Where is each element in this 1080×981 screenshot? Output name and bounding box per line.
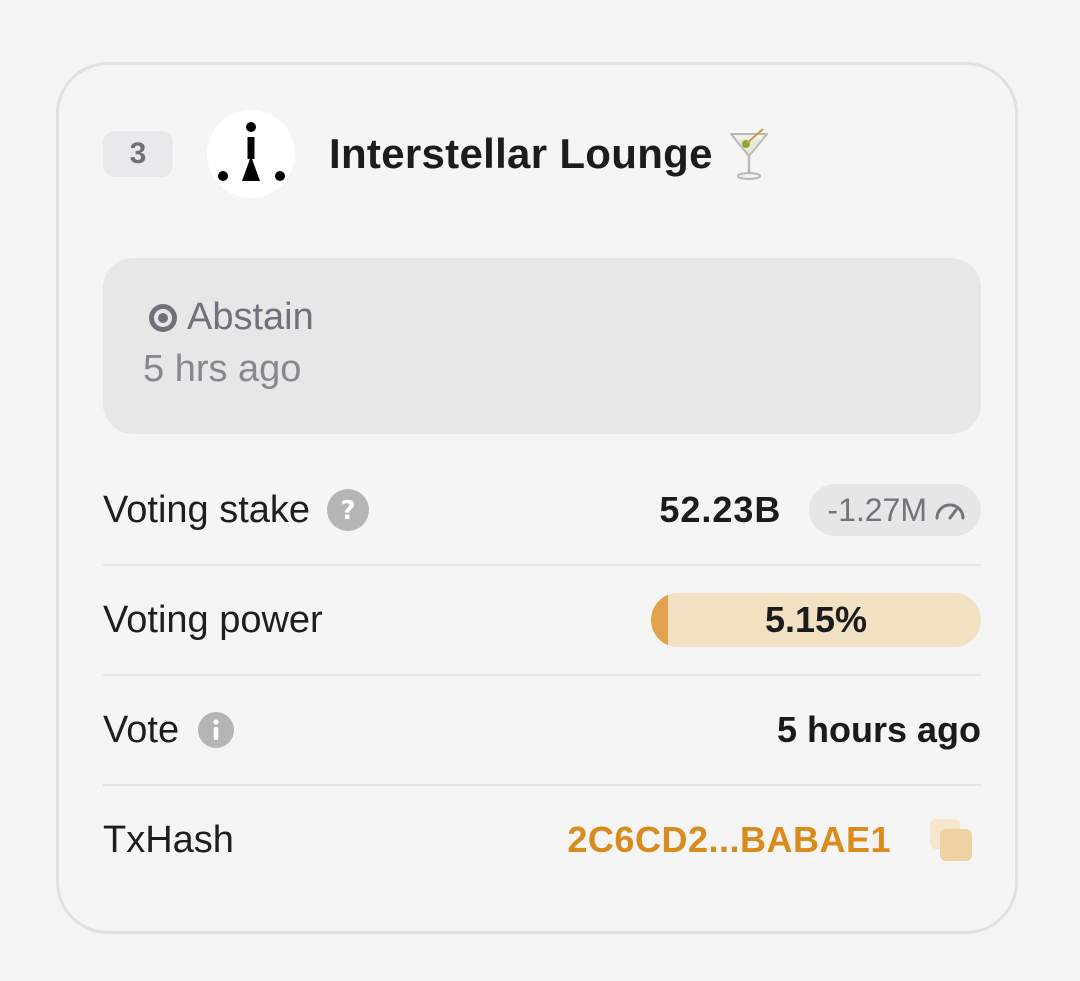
question-icon[interactable]: ? xyxy=(326,488,370,532)
voting-stake-label: Voting stake xyxy=(103,488,311,531)
validator-header: 3 Interstellar Lounge xyxy=(103,109,771,199)
svg-text:?: ? xyxy=(341,496,356,526)
tx-hash-label: TxHash xyxy=(103,818,234,861)
vote-time-row: Vote 5 hours ago xyxy=(103,675,981,785)
validator-avatar[interactable] xyxy=(207,110,295,198)
stake-change-value: -1.27M xyxy=(827,491,927,528)
gauge-icon xyxy=(935,503,965,520)
rank-badge: 3 xyxy=(103,131,173,177)
martini-glass-icon xyxy=(727,126,771,182)
tx-hash-link[interactable]: 2C6CD2...BABAE1 xyxy=(567,819,891,861)
vote-summary-box: Abstain 5 hrs ago xyxy=(103,258,981,434)
stake-change-badge[interactable]: -1.27M xyxy=(809,484,981,536)
tx-hash-row: TxHash 2C6CD2...BABAE1 xyxy=(103,785,981,895)
voting-power-label: Voting power xyxy=(103,598,323,641)
vote-time-value: 5 hours ago xyxy=(776,709,981,750)
voting-stake-row: Voting stake ? 52.23B -1.27M xyxy=(103,455,981,565)
voting-power-row: Voting power 5.15% xyxy=(103,565,981,675)
voting-power-bar: 5.15% xyxy=(651,593,981,647)
voting-power-value: 5.15% xyxy=(764,599,868,640)
voting-stake-value: 52.23B xyxy=(659,489,782,530)
target-icon xyxy=(149,303,177,332)
vote-option-label: Abstain xyxy=(187,296,314,338)
validator-name[interactable]: Interstellar Lounge xyxy=(329,130,713,178)
info-icon[interactable] xyxy=(197,711,235,749)
validator-vote-card: 3 Interstellar Lounge Abstain 5 hrs ago … xyxy=(56,62,1018,934)
vote-time-ago: 5 hrs ago xyxy=(143,348,302,390)
interstellar-logo-icon xyxy=(218,122,285,181)
vote-label: Vote xyxy=(103,708,180,751)
copy-icon[interactable] xyxy=(927,816,975,864)
vote-option: Abstain xyxy=(147,296,314,339)
